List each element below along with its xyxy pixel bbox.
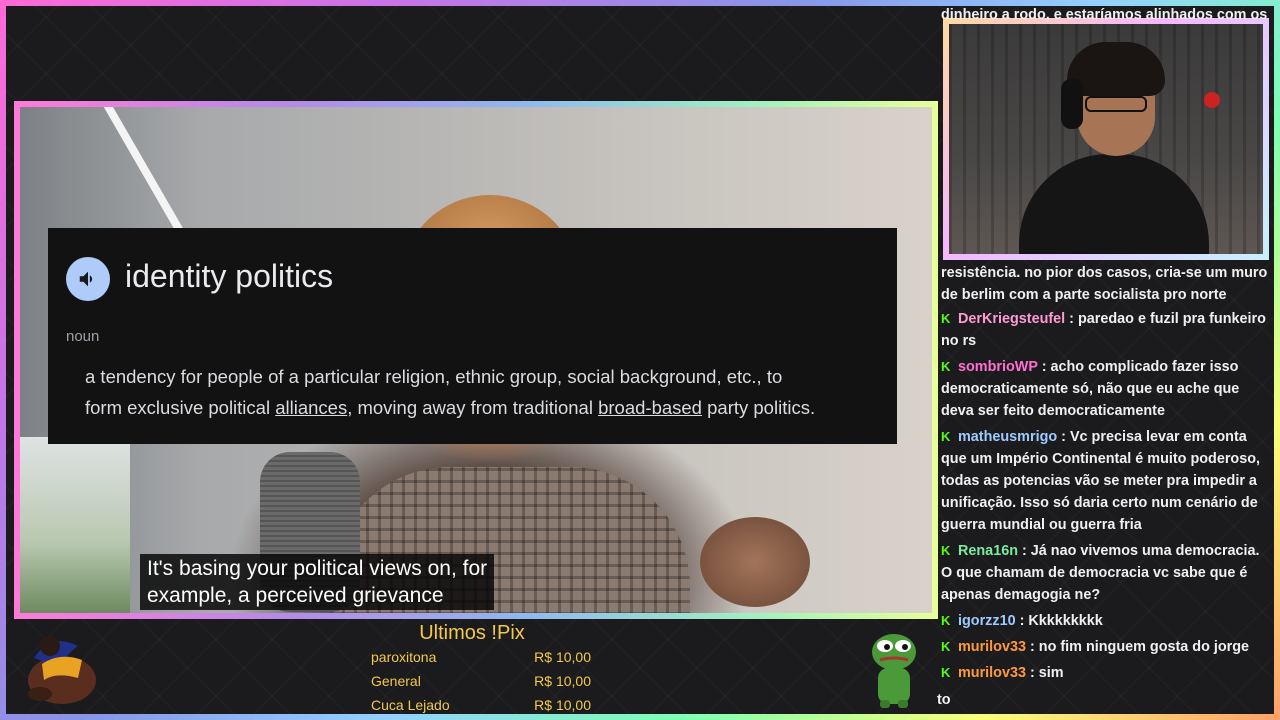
chat-message: K DerKriegsteufel : paredao e fuzil pra f…: [941, 308, 1270, 352]
pix-donation-list: paroxitona R$ 10,00 General R$ 10,00 Cuca Le…: [371, 645, 591, 717]
video-subtitle: It's basing your political views on, for…: [140, 554, 495, 610]
definition-text-part: form exclusive political: [85, 397, 276, 418]
person-hand: [700, 517, 810, 607]
kick-badge-icon: K: [941, 665, 951, 680]
chat-message: Kmatheusmrigo : Vc precisa levar em cont…: [941, 426, 1270, 536]
subtitle-line-2: example, a perceived grievance: [147, 584, 444, 607]
chat-separator: :: [1037, 359, 1051, 375]
ceiling-light: [98, 107, 190, 245]
broad-based-link[interactable]: broad-based: [598, 397, 702, 418]
pix-donation-row: Cuca Lejado R$ 10,00: [371, 693, 591, 717]
kick-badge-icon: K: [941, 543, 951, 558]
chat-username[interactable]: matheusmrigo: [958, 429, 1057, 445]
chat-message: K Rena16n : Já nao vivemos uma democracia…: [941, 540, 1270, 606]
chat-message: KsombrioWP : acho complicado fazer isso …: [941, 356, 1270, 422]
chat-separator: :: [1025, 639, 1039, 655]
chat-username[interactable]: murilov33: [958, 639, 1026, 655]
speaker-icon: [79, 271, 93, 287]
pix-donation-row: paroxitona R$ 10,00: [371, 645, 591, 669]
pronunciation-button[interactable]: [66, 257, 110, 301]
kick-badge-icon: K: [941, 359, 951, 374]
kick-badge-icon: K: [941, 639, 951, 654]
pix-amount: R$ 10,00: [534, 649, 591, 665]
chat-message-fragment-bottom: to: [937, 692, 951, 708]
pix-donor-name: paroxitona: [371, 649, 437, 665]
subtitle-line-1: It's basing your political views on, for: [147, 557, 488, 580]
definition-text: a tendency for people of a particular re…: [85, 361, 885, 423]
chat-username[interactable]: DerKriegsteufel: [958, 311, 1065, 327]
alliances-link[interactable]: alliances: [275, 397, 347, 418]
chat-message-fragment: resistência. no pior dos casos, cria-se …: [941, 262, 1270, 306]
chat-separator: :: [1065, 311, 1078, 327]
pepe-frog-icon: [872, 634, 916, 708]
definition-line-2: form exclusive political alliances, movi…: [85, 392, 885, 423]
chat-username[interactable]: igorzz10: [958, 613, 1016, 629]
chat-username[interactable]: murilov33: [958, 665, 1026, 681]
chat-separator: :: [1025, 665, 1039, 681]
kick-badge-icon: K: [941, 429, 951, 444]
chat-message: Kmurilov33 : sim: [941, 662, 1270, 684]
chat-separator: :: [1057, 429, 1070, 445]
chat-fragment-line: resistência. no pior dos casos, cria-se …: [941, 265, 1268, 281]
chat-text: Kkkkkkkkk: [1028, 613, 1103, 629]
kick-badge-icon: K: [941, 613, 951, 628]
chat-panel: dinheiro a rodo, e estaríamos alinhados …: [937, 0, 1270, 716]
chat-username[interactable]: sombrioWP: [958, 359, 1038, 375]
chat-message-list: K DerKriegsteufel : paredao e fuzil pra f…: [941, 308, 1270, 688]
definition-text-part: , moving away from traditional: [347, 397, 599, 418]
mascot-character-icon: [28, 636, 96, 704]
pix-amount: R$ 10,00: [534, 697, 591, 713]
chat-message: Kigorzz10 : Kkkkkkkkk: [941, 610, 1270, 632]
pix-title: Ultimos !Pix: [419, 622, 525, 644]
window-background: [20, 437, 130, 613]
chat-text: no fim ninguem gosta do jorge: [1038, 639, 1250, 655]
pix-donor-name: General: [371, 673, 421, 689]
pix-donor-name: Cuca Lejado: [371, 697, 450, 713]
definition-text-part: party politics.: [701, 397, 816, 418]
chat-fragment-line: de berlim com a parte socialista pro nor…: [941, 287, 1227, 303]
chat-message-fragment-top: dinheiro a rodo, e estaríamos alinhados …: [941, 7, 1268, 23]
chat-username[interactable]: Rena16n: [958, 543, 1018, 559]
dictionary-card: identity politics noun a tendency for pe…: [48, 228, 897, 444]
chat-separator: :: [1015, 613, 1029, 629]
dictionary-term: identity politics: [125, 258, 334, 294]
definition-line-1: a tendency for people of a particular re…: [85, 366, 783, 387]
kick-badge-icon: K: [941, 311, 951, 326]
chat-text: sim: [1038, 665, 1064, 681]
chat-separator: :: [1018, 543, 1031, 559]
pix-donation-row: General R$ 10,00: [371, 669, 591, 693]
part-of-speech: noun: [66, 328, 100, 345]
pix-amount: R$ 10,00: [534, 673, 591, 689]
chat-message: Kmurilov33 : no fim ninguem gosta do jor…: [941, 636, 1270, 658]
